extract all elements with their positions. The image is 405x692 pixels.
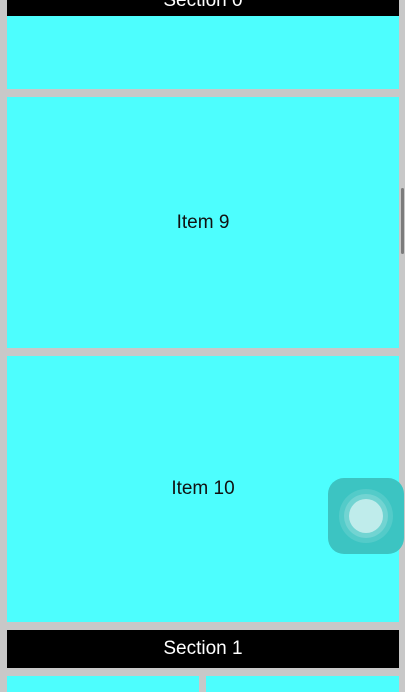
assistive-touch-button[interactable]: [328, 478, 404, 554]
section-header-label: Section 0: [163, 0, 243, 11]
collection-cell-item-9[interactable]: Item 9: [7, 97, 399, 348]
assistive-touch-icon: [339, 489, 393, 543]
vertical-scroll-indicator[interactable]: [401, 188, 404, 254]
collection-cell[interactable]: [206, 676, 399, 692]
collection-cell[interactable]: [7, 16, 399, 89]
section-header-0: Section 0: [7, 0, 399, 16]
collection-cell[interactable]: [7, 676, 199, 692]
cell-label: Item 9: [176, 211, 230, 233]
collection-view[interactable]: Section 0 Item 9 Item 10 Section 1: [0, 0, 405, 692]
section-header-1: Section 1: [7, 630, 399, 668]
cell-label: Item 10: [171, 478, 235, 499]
section-header-label: Section 1: [163, 638, 243, 659]
